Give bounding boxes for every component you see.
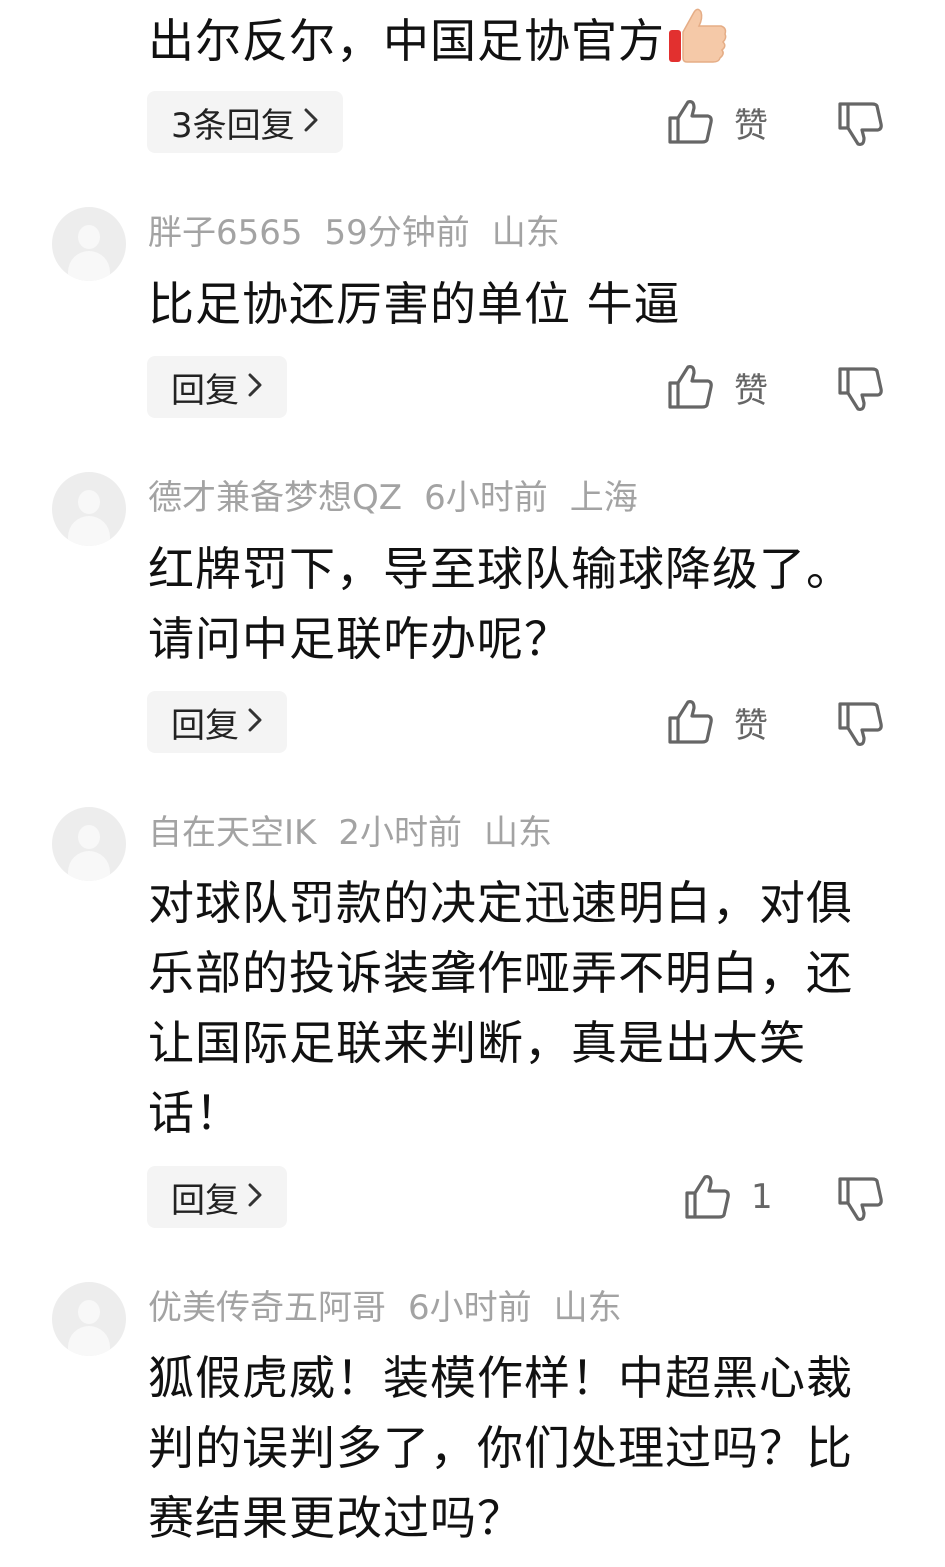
like-button[interactable]: 赞 [664, 696, 768, 748]
thumbs-up-outline-icon [664, 361, 716, 413]
thumbs-up-emoji-icon [665, 2, 731, 87]
like-count: 赞 [734, 370, 768, 411]
default-avatar-icon[interactable] [52, 807, 126, 881]
chevron-right-icon [247, 1177, 263, 1217]
comment-text: 狐假虎威！装模作样！中超黑心裁判的误判多了，你们处理过吗？比赛结果更改过吗？ [148, 1351, 853, 1545]
thumbs-up-outline-icon [681, 1171, 733, 1223]
default-avatar-icon[interactable] [52, 472, 126, 546]
thumbs-down-outline-icon [834, 702, 886, 754]
comment-meta: 优美传奇五阿哥 6小时前 山东 [148, 1286, 644, 1330]
comment-text: 比足协还厉害的单位 牛逼 [148, 277, 681, 331]
comment-meta: 德才兼备梦想QZ 6小时前 上海 [148, 476, 660, 520]
reply-label: 回复 [171, 370, 239, 411]
dislike-button[interactable] [834, 1173, 886, 1229]
reply-label: 回复 [171, 1180, 239, 1221]
chevron-right-icon [247, 702, 263, 742]
reply-button[interactable]: 3条回复 [147, 91, 343, 153]
username[interactable]: 自在天空IK [148, 813, 316, 853]
reply-button[interactable]: 回复 [147, 691, 287, 753]
reply-label: 回复 [171, 705, 239, 746]
location: 山东 [483, 813, 552, 853]
timestamp: 2小时前 [338, 813, 462, 853]
default-avatar-icon[interactable] [52, 1282, 126, 1356]
reply-button[interactable]: 回复 [147, 356, 287, 418]
thumbs-down-outline-icon [834, 102, 886, 154]
dislike-button[interactable] [834, 698, 886, 754]
thumbs-up-outline-icon [664, 696, 716, 748]
like-button[interactable]: 赞 [664, 361, 768, 413]
thumbs-down-outline-icon [834, 367, 886, 419]
comment-text: 出尔反尔，中国足协官方 [148, 2, 878, 87]
location: 上海 [569, 478, 638, 518]
timestamp: 6小时前 [408, 1288, 532, 1328]
like-count: 赞 [734, 705, 768, 746]
username[interactable]: 德才兼备梦想QZ [148, 478, 402, 518]
comment-text: 对球队罚款的决定迅速明白，对俱乐部的投诉装聋作哑弄不明白，还让国际足联来判断，真… [148, 876, 853, 1140]
dislike-button[interactable] [834, 363, 886, 419]
comment-text: 红牌罚下，导至球队输球降级了。请问中足联咋办呢？ [148, 542, 853, 666]
thumbs-up-outline-icon [664, 96, 716, 148]
location: 山东 [491, 213, 560, 253]
comment-meta: 胖子6565 59分钟前 山东 [148, 211, 582, 255]
reply-label: 3条回复 [171, 105, 295, 146]
comment-meta: 自在天空IK 2小时前 山东 [148, 811, 574, 855]
reply-button[interactable]: 回复 [147, 1166, 287, 1228]
chevron-right-icon [303, 102, 319, 142]
timestamp: 6小时前 [424, 478, 548, 518]
username[interactable]: 胖子6565 [148, 213, 303, 253]
default-avatar-icon[interactable] [52, 207, 126, 281]
like-button[interactable]: 赞 [664, 96, 768, 148]
like-count: 赞 [734, 105, 768, 146]
chevron-right-icon [247, 367, 263, 407]
like-button[interactable]: 1 [681, 1171, 773, 1223]
username[interactable]: 优美传奇五阿哥 [148, 1288, 386, 1328]
location: 山东 [553, 1288, 622, 1328]
dislike-button[interactable] [834, 98, 886, 154]
timestamp: 59分钟前 [324, 213, 470, 253]
thumbs-down-outline-icon [834, 1177, 886, 1229]
like-count: 1 [751, 1177, 773, 1217]
